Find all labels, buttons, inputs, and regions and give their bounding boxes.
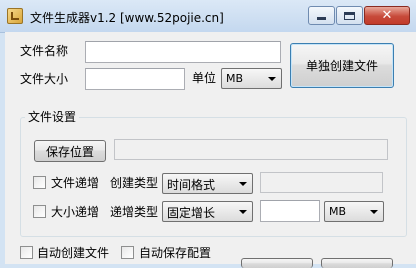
- close-icon: ✕: [381, 8, 393, 23]
- filesize-label: 文件大小: [20, 72, 69, 86]
- filesize-input[interactable]: [85, 68, 185, 90]
- title-bar: 文件生成器v1.2 [www.52pojie.cn] ✕: [0, 0, 416, 33]
- auto-save-label: 自动保存配置: [139, 246, 212, 260]
- unit-select-value: MB: [226, 72, 244, 85]
- auto-save-checkbox[interactable]: [121, 246, 134, 259]
- auto-create-label: 自动创建文件: [37, 246, 110, 260]
- create-type-value: 时间格式: [167, 178, 216, 192]
- unit-label: 单位: [192, 71, 217, 85]
- increment-type-select[interactable]: 固定增长: [162, 201, 253, 222]
- maximize-icon: [344, 11, 355, 20]
- unit-select[interactable]: MB: [221, 68, 282, 89]
- chevron-down-icon: [370, 210, 378, 214]
- create-type-select[interactable]: 时间格式: [162, 173, 253, 194]
- chevron-down-icon: [268, 77, 276, 81]
- size-increment-checkbox[interactable]: [33, 205, 46, 218]
- chevron-down-icon: [239, 182, 247, 186]
- bottom-button-right[interactable]: [321, 258, 393, 268]
- increment-type-value: 固定增长: [167, 206, 216, 220]
- create-type-label: 创建类型: [110, 176, 159, 190]
- save-location-field: [114, 139, 388, 160]
- increment-unit-value: MB: [329, 205, 347, 218]
- minimize-button[interactable]: [308, 6, 335, 25]
- bottom-button-left[interactable]: [241, 258, 313, 268]
- chevron-down-icon: [239, 210, 247, 214]
- size-increment-label: 大小递增: [51, 205, 100, 219]
- window-title: 文件生成器v1.2 [www.52pojie.cn]: [30, 11, 224, 25]
- file-increment-checkbox[interactable]: [33, 176, 46, 189]
- minimize-icon: [317, 17, 326, 20]
- increment-unit-select[interactable]: MB: [324, 201, 384, 222]
- auto-create-checkbox[interactable]: [20, 246, 33, 259]
- file-settings-title: 文件设置: [25, 110, 80, 124]
- create-single-file-button[interactable]: 单独创建文件: [290, 43, 394, 88]
- increment-amount-input[interactable]: [260, 200, 320, 222]
- filename-label: 文件名称: [20, 44, 69, 58]
- increment-type-label: 递增类型: [110, 205, 159, 219]
- save-location-button[interactable]: 保存位置: [34, 140, 106, 162]
- app-icon: [7, 8, 23, 24]
- maximize-button[interactable]: [336, 6, 363, 25]
- filename-input[interactable]: [85, 41, 281, 63]
- close-button[interactable]: ✕: [364, 6, 410, 25]
- create-type-extra-field: [260, 172, 383, 193]
- file-increment-label: 文件递增: [51, 176, 100, 190]
